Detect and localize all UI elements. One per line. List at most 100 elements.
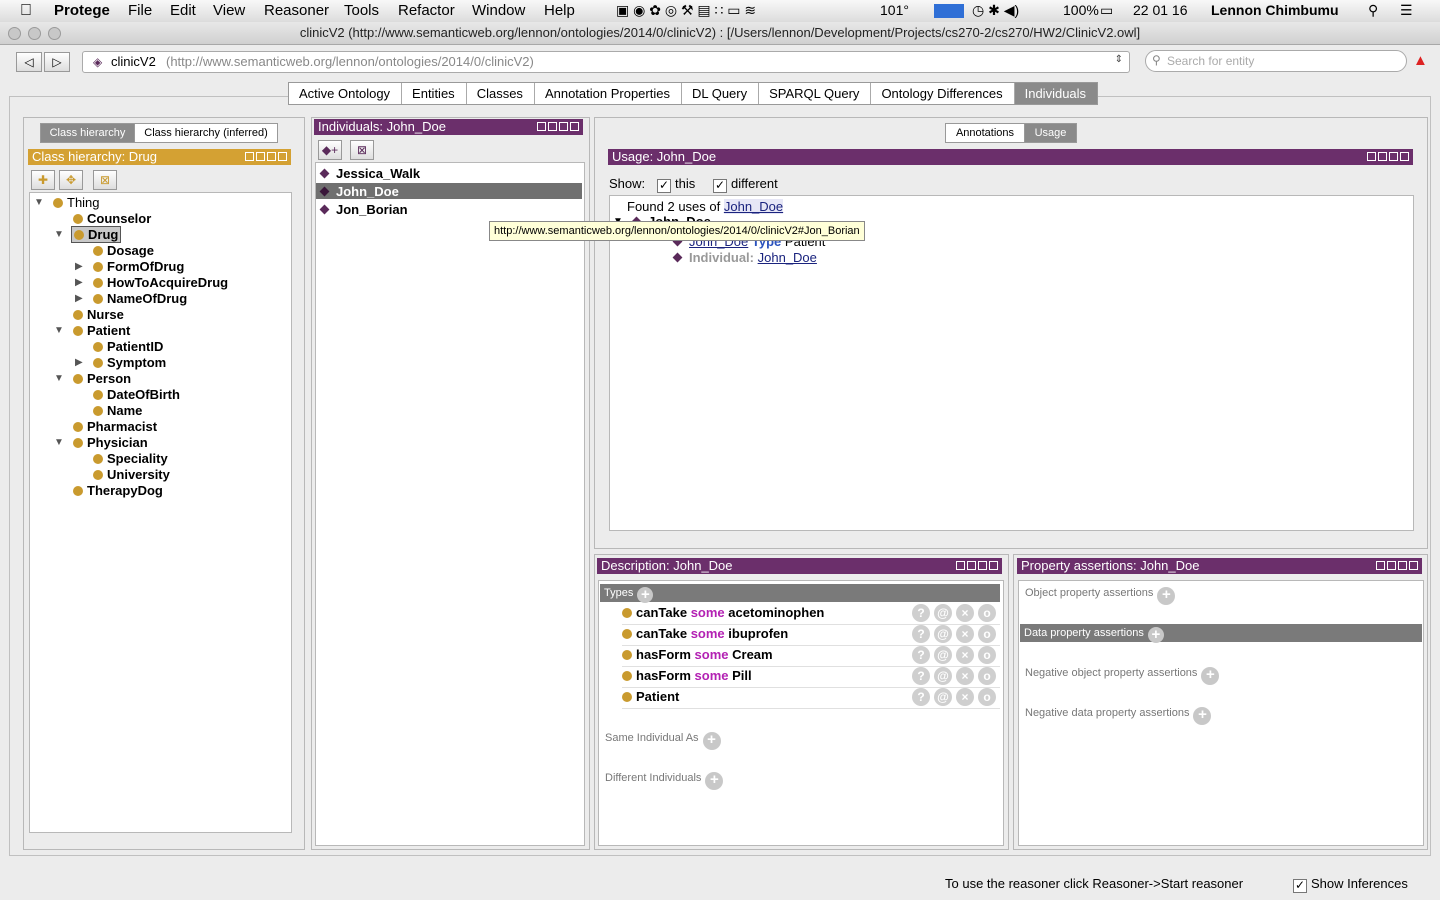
annotate-icon[interactable]: @ [934,688,952,706]
tree-node-thing[interactable]: Thing [53,195,100,210]
panel-window-controls[interactable] [956,561,998,570]
spotlight-icon[interactable]: ⚲ [1368,2,1378,19]
menu-window[interactable]: Window [472,2,525,19]
user-name[interactable]: Lennon Chimbumu [1211,2,1339,18]
tree-node-person[interactable]: Person [73,371,131,386]
tree-node-symptom[interactable]: Symptom [93,355,166,370]
search-field[interactable]: ⚲ Search for entity [1145,50,1407,72]
delete-icon[interactable]: × [956,688,974,706]
annotate-icon[interactable]: @ [934,604,952,622]
individual-jessica-walk[interactable]: Jessica_Walk [319,166,420,181]
type-row[interactable]: Patient ? @ × o [622,687,1000,709]
tree-node-patient[interactable]: Patient [73,323,130,338]
collapse-toggle-icon[interactable]: ▶ [75,293,83,304]
tab-class-hierarchy[interactable]: Class hierarchy [40,123,135,143]
tree-node-pharmacist[interactable]: Pharmacist [73,419,157,434]
delete-icon[interactable]: × [956,667,974,685]
collapse-toggle-icon[interactable]: ▶ [75,261,83,272]
add-type-button[interactable]: + [637,587,654,603]
add-different-individual-button[interactable]: + [705,772,724,790]
expand-toggle-icon[interactable]: ▼ [54,373,64,384]
back-button[interactable]: ◁ [16,52,42,72]
tree-node-nurse[interactable]: Nurse [73,307,124,322]
collapse-toggle-icon[interactable]: ▶ [75,277,83,288]
type-row[interactable]: hasForm some Cream ? @ × o [622,645,1000,667]
display-icon[interactable] [934,4,964,18]
clock[interactable]: 22 01 16 [1133,2,1188,18]
menu-reasoner[interactable]: Reasoner [264,2,329,19]
tab-entities[interactable]: Entities [402,83,467,104]
explain-icon[interactable]: ? [912,625,930,643]
edit-icon[interactable]: o [978,688,996,706]
tree-node-drug[interactable]: Drug [71,226,122,243]
tree-node-therapydog[interactable]: TherapyDog [73,483,163,498]
menu-refactor[interactable]: Refactor [398,2,455,19]
show-inferences-checkbox[interactable]: ✓ Show Inferences [1293,876,1408,893]
edit-icon[interactable]: o [978,625,996,643]
status-icons[interactable]: ▣ ◉ ✿ ◎ ⚒ ▤ ∷ ▭ ≋ [616,2,756,19]
forward-button[interactable]: ▷ [44,52,70,72]
tab-sparql-query[interactable]: SPARQL Query [759,83,872,104]
list-icon[interactable]: ☰ [1400,2,1413,19]
panel-window-controls[interactable] [537,122,579,131]
tab-dl-query[interactable]: DL Query [682,83,760,104]
panel-window-controls[interactable] [1376,561,1418,570]
type-row[interactable]: hasForm some Pill ? @ × o [622,666,1000,688]
tree-node-nameofdrug[interactable]: NameOfDrug [93,291,187,306]
tree-node-name[interactable]: Name [93,403,142,418]
explain-icon[interactable]: ? [912,667,930,685]
expand-toggle-icon[interactable]: ▼ [54,229,64,240]
tab-usage[interactable]: Usage [1024,123,1077,143]
type-row[interactable]: canTake some acetominophen ? @ × o [622,603,1000,625]
delete-icon[interactable]: × [956,646,974,664]
add-negative-object-property-button[interactable]: + [1201,667,1220,685]
tree-node-counselor[interactable]: Counselor [73,211,151,226]
tab-annotations[interactable]: Annotations [945,123,1025,143]
explain-icon[interactable]: ? [912,604,930,622]
tab-class-hierarchy-inferred[interactable]: Class hierarchy (inferred) [134,123,278,143]
menu-edit[interactable]: Edit [170,2,196,19]
tab-classes[interactable]: Classes [467,83,535,104]
apple-icon[interactable]:  [20,2,32,20]
menu-file[interactable]: File [128,2,152,19]
explain-icon[interactable]: ? [912,646,930,664]
tree-node-formofdrug[interactable]: FormOfDrug [93,259,184,274]
type-row[interactable]: canTake some ibuprofen ? @ × o [622,624,1000,646]
annotate-icon[interactable]: @ [934,625,952,643]
tree-node-dateofbirth[interactable]: DateOfBirth [93,387,180,402]
tab-annotation-properties[interactable]: Annotation Properties [535,83,682,104]
add-individual-button[interactable]: ◆+ [318,140,342,160]
expand-toggle-icon[interactable]: ▼ [34,197,44,208]
edit-icon[interactable]: o [978,667,996,685]
annotate-icon[interactable]: @ [934,646,952,664]
usage-entity-link[interactable]: John_Doe [723,199,784,214]
individual-jon-borian[interactable]: Jon_Borian [319,202,408,217]
add-subclass-button[interactable]: ✚ [31,170,55,190]
edit-icon[interactable]: o [978,604,996,622]
tree-node-speciality[interactable]: Speciality [93,451,168,466]
tree-node-university[interactable]: University [93,467,170,482]
usage-row-individual[interactable]: Individual: John_Doe [672,250,817,265]
tree-node-physician[interactable]: Physician [73,435,148,450]
delete-icon[interactable]: × [956,604,974,622]
tab-individuals[interactable]: Individuals [1014,83,1098,104]
collapse-toggle-icon[interactable]: ▶ [75,357,83,368]
show-this-checkbox[interactable]: ✓ this [657,176,695,193]
delete-class-button[interactable]: ⊠ [93,170,117,190]
explain-icon[interactable]: ? [912,688,930,706]
tab-ontology-differences[interactable]: Ontology Differences [871,83,1015,104]
tab-active-ontology[interactable]: Active Ontology [289,83,403,104]
edit-icon[interactable]: o [978,646,996,664]
add-same-individual-button[interactable]: + [702,732,721,750]
delete-individual-button[interactable]: ⊠ [350,140,374,160]
show-different-checkbox[interactable]: ✓ different [713,176,778,193]
delete-icon[interactable]: × [956,625,974,643]
add-negative-data-property-button[interactable]: + [1193,707,1212,725]
warning-icon[interactable]: ▲ [1413,52,1428,69]
sys-icons[interactable]: ◷ ✱ ◀) [972,2,1019,19]
menu-view[interactable]: View [213,2,245,19]
add-object-property-button[interactable]: + [1157,587,1176,605]
tree-node-dosage[interactable]: Dosage [93,243,154,258]
menu-tools[interactable]: Tools [344,2,379,19]
ontology-selector[interactable]: ◈ clinicV2 (http://www.semanticweb.org/l… [82,51,1130,73]
